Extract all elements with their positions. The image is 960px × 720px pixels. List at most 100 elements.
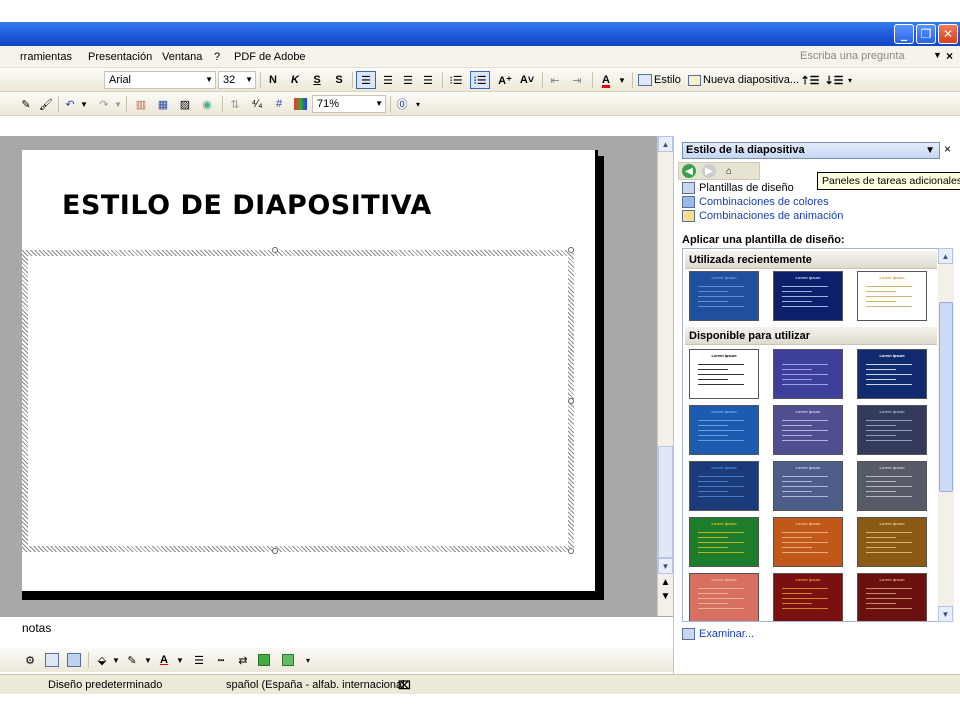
content-placeholder-body[interactable] bbox=[28, 256, 568, 546]
3d-style-icon[interactable] bbox=[280, 651, 296, 669]
slide[interactable]: ESTILO DE DIAPOSITIVA bbox=[22, 150, 598, 594]
notes-label[interactable]: notas bbox=[22, 621, 51, 635]
toolbar-options-icon[interactable]: ▾ bbox=[846, 71, 854, 89]
link-animation-schemes-label[interactable]: Combinaciones de animación bbox=[699, 210, 843, 222]
scrollbar-thumb[interactable] bbox=[939, 302, 953, 492]
shadow-style-icon[interactable] bbox=[256, 651, 272, 669]
color-grayscale-icon[interactable] bbox=[292, 95, 308, 113]
template-thumbnail[interactable]: Lorem Ipsum bbox=[689, 461, 759, 511]
align-right-icon[interactable]: ☰ bbox=[400, 71, 416, 89]
scroll-up-icon[interactable]: ▲ bbox=[658, 136, 673, 152]
template-thumbnail[interactable]: Lorem Ipsum bbox=[857, 349, 927, 399]
align-left-icon[interactable]: ☰ bbox=[356, 71, 376, 89]
bold-button[interactable]: N bbox=[266, 71, 280, 89]
template-thumbnail[interactable]: Lorem Ipsum bbox=[689, 573, 759, 621]
style-button-label[interactable]: Estilo bbox=[654, 71, 681, 89]
decrease-indent-icon[interactable]: ⇤ bbox=[546, 71, 564, 89]
menu-herramientas[interactable]: rramientas bbox=[20, 51, 72, 63]
shadow-button[interactable]: S bbox=[332, 71, 346, 89]
template-thumbnail[interactable]: Lorem Ipsum bbox=[857, 405, 927, 455]
align-center-icon[interactable]: ☰ bbox=[380, 71, 396, 89]
zoom-combo[interactable]: 71% ▼ bbox=[312, 95, 386, 113]
slide-title[interactable]: ESTILO DE DIAPOSITIVA bbox=[62, 190, 542, 221]
link-animation-schemes[interactable]: Combinaciones de animación bbox=[682, 210, 843, 222]
toolbar-options-icon[interactable]: ▾ bbox=[304, 651, 312, 669]
template-thumbnail[interactable]: Lorem Ipsum bbox=[689, 517, 759, 567]
line-color-icon[interactable]: ✎ bbox=[124, 651, 140, 669]
font-size-combo[interactable]: 32 ▼ bbox=[218, 71, 256, 89]
close-icon[interactable]: × bbox=[944, 142, 951, 156]
menu-presentacion[interactable]: Presentación bbox=[88, 51, 152, 63]
link-design-templates[interactable]: Plantillas de diseño bbox=[682, 182, 794, 194]
back-icon[interactable]: ◀ bbox=[682, 164, 696, 178]
template-thumbnail[interactable]: Lorem Ipsum bbox=[689, 405, 759, 455]
close-icon[interactable]: ✕ bbox=[938, 24, 958, 44]
link-color-schemes-label[interactable]: Combinaciones de colores bbox=[699, 196, 829, 208]
menu-help[interactable]: ? bbox=[214, 51, 220, 63]
content-placeholder[interactable] bbox=[22, 250, 574, 552]
chevron-down-icon[interactable]: ▼ bbox=[925, 143, 935, 158]
increase-font-icon[interactable]: A⁺ bbox=[496, 71, 514, 89]
task-pane-title-dropdown[interactable]: Estilo de la diapositiva ▼ bbox=[682, 142, 940, 159]
expand-all-icon[interactable]: ⇅ bbox=[226, 95, 244, 113]
link-design-templates-label[interactable]: Plantillas de diseño bbox=[699, 182, 794, 194]
move-down-icon[interactable]: ⇣☰ bbox=[824, 71, 843, 89]
arrow-style-icon[interactable]: ⇄ bbox=[234, 651, 252, 669]
scroll-down-icon[interactable]: ▼ bbox=[658, 558, 673, 574]
chevron-down-icon[interactable]: ▼ bbox=[144, 651, 152, 669]
resize-handle[interactable] bbox=[272, 247, 278, 253]
template-thumbnail[interactable]: Lorem Ipsum bbox=[773, 405, 843, 455]
help-question-input[interactable]: Escriba una pregunta bbox=[800, 50, 905, 62]
insert-hyperlink-icon[interactable]: ◉ bbox=[198, 95, 216, 113]
forward-icon[interactable]: ▶ bbox=[702, 164, 716, 178]
chevron-down-icon[interactable]: ▼ bbox=[80, 95, 88, 113]
template-thumbnail[interactable]: Lorem Ipsum bbox=[689, 349, 759, 399]
scroll-down-icon[interactable]: ▼ bbox=[938, 606, 953, 622]
browse-link[interactable]: Examinar... bbox=[682, 628, 754, 640]
restore-icon[interactable]: ❐ bbox=[916, 24, 936, 44]
template-thumbnail[interactable]: Lorem Ipsum bbox=[773, 461, 843, 511]
insert-clipart-icon[interactable] bbox=[44, 651, 60, 669]
chevron-down-icon[interactable]: ▼ bbox=[245, 72, 253, 88]
resize-handle[interactable] bbox=[568, 247, 574, 253]
menu-pdf-adobe[interactable]: PDF de Adobe bbox=[234, 51, 306, 63]
link-color-schemes[interactable]: Combinaciones de colores bbox=[682, 196, 829, 208]
template-thumbnail[interactable]: Lorem Ipsum bbox=[773, 573, 843, 621]
browse-link-label[interactable]: Examinar... bbox=[699, 628, 754, 640]
undo-icon[interactable]: ↶ bbox=[62, 95, 78, 113]
chevron-down-icon[interactable]: ▼ bbox=[205, 72, 213, 88]
template-thumbnail[interactable] bbox=[773, 349, 843, 399]
template-thumbnail[interactable]: Lorem Ipsum bbox=[689, 271, 759, 321]
insert-diagram-icon[interactable]: ⚙ bbox=[22, 651, 38, 669]
resize-handle[interactable] bbox=[272, 548, 278, 554]
template-thumbnail[interactable]: Lorem Ipsum bbox=[857, 517, 927, 567]
scrollbar-thumb[interactable] bbox=[658, 446, 673, 558]
insert-table-icon[interactable]: ▦ bbox=[154, 95, 172, 113]
chevron-down-icon[interactable]: ▼ bbox=[112, 651, 120, 669]
fill-color-icon[interactable]: ⬙ bbox=[94, 651, 110, 669]
italic-button[interactable]: K bbox=[288, 71, 302, 89]
show-grid-icon[interactable]: # bbox=[270, 95, 288, 113]
font-color-icon[interactable]: A bbox=[156, 651, 172, 669]
toolbar-options-icon[interactable]: ▾ bbox=[414, 95, 422, 113]
numbering-icon[interactable]: ⁝☰ bbox=[448, 71, 464, 89]
font-color-icon[interactable]: A bbox=[598, 71, 614, 89]
insert-picture-icon[interactable] bbox=[66, 651, 82, 669]
minimize-icon[interactable]: _ bbox=[894, 24, 914, 44]
chevron-down-icon[interactable]: ▼ bbox=[618, 71, 626, 89]
spelling-icon[interactable]: ✎ bbox=[18, 95, 34, 113]
increase-indent-icon[interactable]: ⇥ bbox=[568, 71, 586, 89]
underline-button[interactable]: S bbox=[310, 71, 324, 89]
dash-style-icon[interactable]: ┅ bbox=[212, 651, 230, 669]
resize-handle[interactable] bbox=[568, 548, 574, 554]
template-thumbnail[interactable]: Lorem Ipsum bbox=[773, 517, 843, 567]
format-painter-icon[interactable]: 🖌 bbox=[38, 95, 54, 113]
new-slide-button[interactable]: Nueva diapositiva... bbox=[703, 71, 799, 89]
font-combo[interactable]: Arial ▼ bbox=[104, 71, 216, 89]
next-slide-icon[interactable]: ▼ bbox=[658, 588, 673, 604]
gallery-scrollbar[interactable]: ▲ ▼ bbox=[938, 248, 954, 622]
redo-icon[interactable]: ↷ bbox=[96, 95, 112, 113]
template-thumbnail[interactable]: Lorem Ipsum bbox=[857, 461, 927, 511]
template-thumbnail[interactable]: Lorem Ipsum bbox=[857, 271, 927, 321]
justify-icon[interactable]: ☰ bbox=[420, 71, 436, 89]
